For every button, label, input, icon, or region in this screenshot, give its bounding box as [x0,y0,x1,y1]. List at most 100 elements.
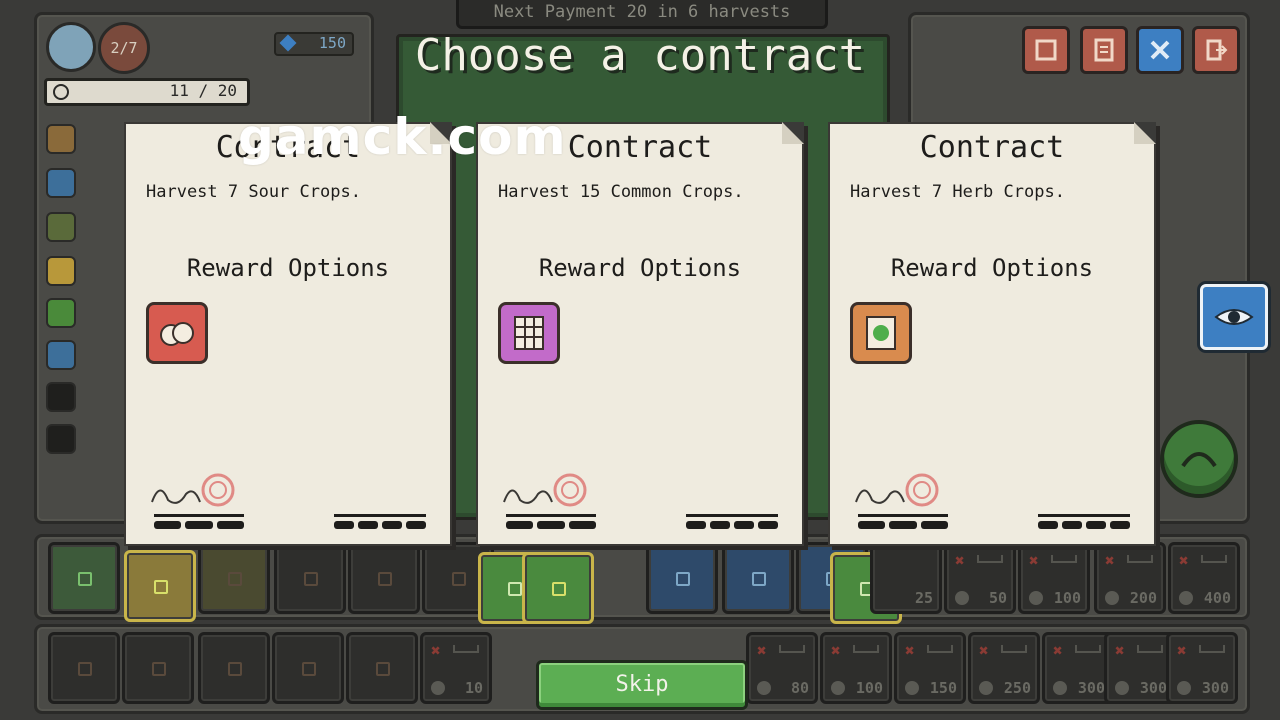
signature-line-left [858,514,948,529]
crop-type-icon [46,212,76,242]
eye-icon [1214,309,1254,325]
seed-slot[interactable] [48,542,120,614]
empty-slot[interactable] [346,632,418,704]
ledger-button[interactable] [1080,26,1128,74]
lock-icon: ✖ [1105,551,1115,570]
coin-icon [905,681,919,695]
slot-price: 150 [929,679,957,697]
tool-slot[interactable] [722,542,794,614]
lock-icon: ✖ [979,641,989,660]
slot-price: 300 [1201,679,1229,697]
exit-button[interactable] [1192,26,1240,74]
locked-slot[interactable]: ✖ 80 [746,632,818,704]
empty-slot[interactable] [122,632,194,704]
slot-price: 200 [1129,589,1157,607]
contract-description: Harvest 15 Common Crops. [498,182,744,202]
crop-type-icon [46,124,76,154]
tool-slot[interactable] [646,542,718,614]
lock-icon: ✖ [1179,551,1189,570]
slot-price: 300 [1077,679,1105,697]
lock-icon: ✖ [1177,641,1187,660]
empty-slot[interactable] [274,542,346,614]
reward-options-heading: Reward Options [890,254,1094,282]
harvest-button[interactable] [1160,420,1238,498]
storage-button[interactable] [1022,26,1070,74]
coin-icon [979,681,993,695]
slot-price: 80 [790,679,809,697]
gem-counter: 150 [274,32,354,56]
locked-slot[interactable]: ✖ 10 [420,632,492,704]
lock-icon: ✖ [905,641,915,660]
herb-seed-reward-icon[interactable] [850,302,912,364]
lock-icon: ✖ [955,551,965,570]
seed-slot[interactable] [198,542,270,614]
contract-title: Contract [919,130,1065,165]
signature-line-left [506,514,596,529]
locked-slot[interactable]: ✖ 250 [968,632,1040,704]
signature-icon [503,473,587,507]
contract-card[interactable]: Contract Harvest 7 Herb Crops. Reward Op… [828,122,1156,546]
skip-button[interactable]: Skip [536,660,748,710]
crop-type-icon [46,340,76,370]
locked-slot[interactable]: ✖ 200 [1094,542,1166,614]
crop-type-icon [46,256,76,286]
lock-icon: ✖ [431,641,441,660]
grid-field-reward-icon[interactable] [498,302,560,364]
slot-price: 100 [855,679,883,697]
coin-icon [431,681,445,695]
toggle-view-button[interactable] [1200,284,1268,350]
weather-cloud-icon [46,22,96,72]
gem-count: 150 [318,34,346,52]
coin-icon [757,681,771,695]
coin-icon [1115,681,1129,695]
coin-icon [955,591,969,605]
settings-button[interactable] [1136,26,1184,74]
slot-price: 250 [1003,679,1031,697]
exit-icon [1206,39,1228,61]
seed-slot[interactable] [522,552,594,624]
locked-slot[interactable]: ✖ 300 [1166,632,1238,704]
lock-icon: ✖ [1053,641,1063,660]
locked-slot[interactable]: ✖ 400 [1168,542,1240,614]
lock-icon: ✖ [757,641,767,660]
reward-options-heading: Reward Options [186,254,390,282]
turn-counter-badge: 2/7 [98,22,150,74]
sun-icon [53,84,69,100]
sour-crop-reward-icon[interactable] [146,302,208,364]
coin-icon [1053,681,1067,695]
slot-price: 100 [1053,589,1081,607]
signature-line-right [686,514,778,529]
locked-slot[interactable]: ✖ 150 [894,632,966,704]
harvest-progress-text: 11 / 20 [169,81,237,100]
locked-slot[interactable]: ✖ 100 [820,632,892,704]
gear-icon [1150,40,1170,60]
coin-icon [1029,591,1043,605]
signature-icon [855,473,939,507]
locked-slot[interactable]: ✖ 50 [944,542,1016,614]
crop-type-icon [46,168,76,198]
coin-icon [1105,591,1119,605]
contract-card[interactable]: Contract Harvest 15 Common Crops. Reward… [476,122,804,546]
sprout-icon [1181,452,1217,468]
seed-slot[interactable] [124,550,196,622]
contract-card[interactable]: Contract Harvest 7 Sour Crops. Reward Op… [124,122,452,546]
reward-options-heading: Reward Options [538,254,742,282]
crop-type-icon [46,298,76,328]
slot-price: 25 [914,589,933,607]
ledger-icon [1094,38,1114,62]
locked-slot[interactable]: 25 [870,542,942,614]
slot-price: 10 [464,679,483,697]
coin-icon [1179,591,1193,605]
coin-icon [831,681,845,695]
contract-description: Harvest 7 Sour Crops. [146,182,361,202]
signature-line-right [1038,514,1130,529]
locked-crop-icon [46,382,76,412]
empty-slot[interactable] [198,632,270,704]
locked-slot[interactable]: ✖ 100 [1018,542,1090,614]
empty-slot[interactable] [48,632,120,704]
slot-price: 300 [1139,679,1167,697]
lock-icon: ✖ [831,641,841,660]
empty-slot[interactable] [348,542,420,614]
empty-slot[interactable] [272,632,344,704]
payment-banner: Next Payment 20 in 6 harvests [456,0,828,29]
